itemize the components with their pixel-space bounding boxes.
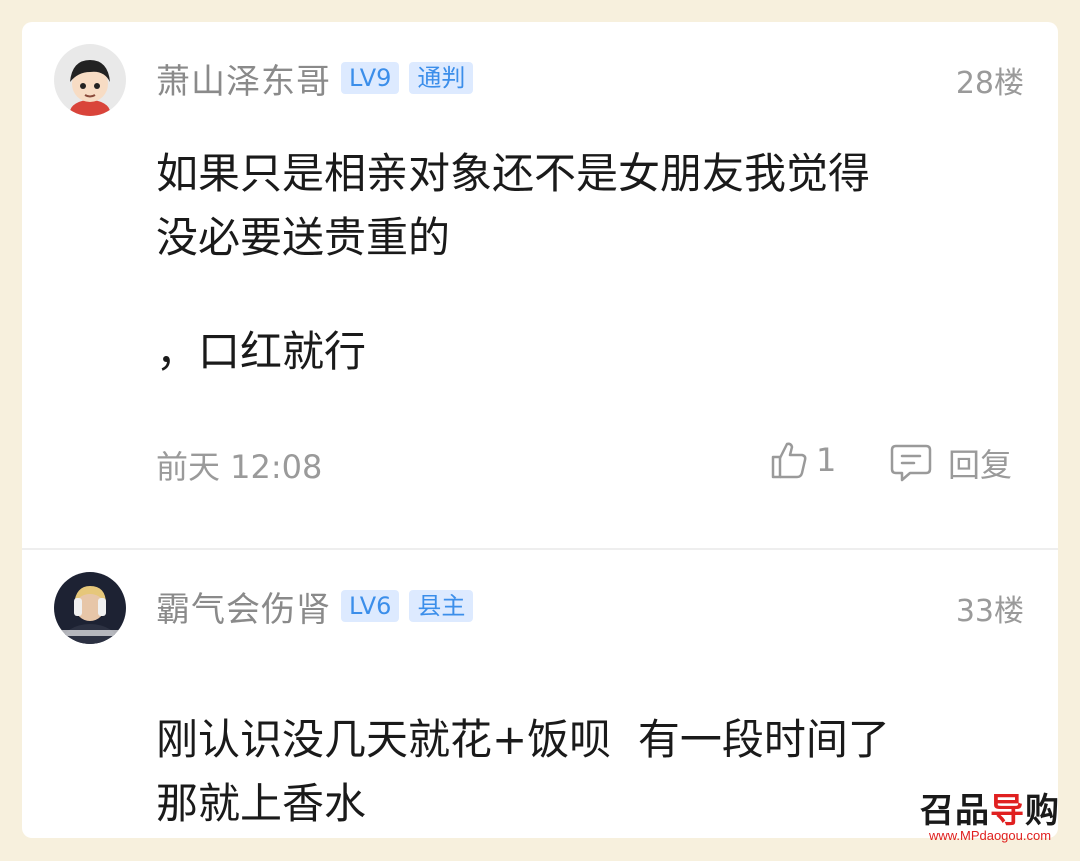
floor-number: 28楼 [955,66,1024,101]
watermark-logo-part: 召品 [920,792,990,830]
comment-header: 霸气会伤肾 LV6 县主 [156,582,474,631]
like-button[interactable]: 1 [770,440,836,480]
level-badge: LV9 [341,62,400,94]
watermark-url: www.MPdaogou.com [928,828,1052,843]
cartoon-avatar-icon [54,44,126,116]
avatar[interactable] [54,572,126,644]
reply-label: 回复 [948,446,1013,484]
timestamp: 前天 12:08 [156,448,323,486]
comment-text: 如果只是相亲对象还不是女朋友我觉得 没必要送贵重的 [156,142,1016,270]
comment-item: 霸气会伤肾 LV6 县主 33楼 刚认识没几天就花+饭呗 有一段时间了 那就上香… [22,550,1058,838]
watermark: 召品导购 www.MPdaogou.com [920,793,1060,843]
comment-item: 萧山泽东哥 LV9 通判 28楼 如果只是相亲对象还不是女朋友我觉得 没必要送贵… [22,22,1058,548]
comment-text-extra: ，口红就行 [156,327,367,376]
like-count: 1 [816,441,837,479]
comment-line: 如果只是相亲对象还不是女朋友我觉得 [156,149,871,198]
comment-line: 那就上香水 [156,779,367,828]
comment-line: 没必要送贵重的 [156,213,451,262]
username[interactable]: 霸气会伤肾 [156,582,331,631]
watermark-logo-part: 导 [990,792,1025,830]
title-badge: 县主 [409,590,474,622]
photo-avatar-icon [54,572,126,644]
comment-header: 萧山泽东哥 LV9 通判 [156,54,474,103]
comment-text: 刚认识没几天就花+饭呗 有一段时间了 那就上香水 [156,708,1016,836]
level-badge: LV6 [341,590,400,622]
title-badge: 通判 [409,62,474,94]
comment-card: 萧山泽东哥 LV9 通判 28楼 如果只是相亲对象还不是女朋友我觉得 没必要送贵… [22,22,1058,838]
floor-number: 33楼 [955,594,1024,629]
comment-line: 刚认识没几天就花+饭呗 有一段时间了 [156,715,890,764]
comment-bubble-icon [890,444,932,482]
avatar[interactable] [54,44,126,116]
watermark-logo-part: 购 [1025,792,1060,830]
username[interactable]: 萧山泽东哥 [156,54,331,103]
thumbs-up-icon [771,442,807,479]
watermark-logo: 召品导购 [920,793,1060,829]
reply-button[interactable]: 回复 [890,440,1012,486]
